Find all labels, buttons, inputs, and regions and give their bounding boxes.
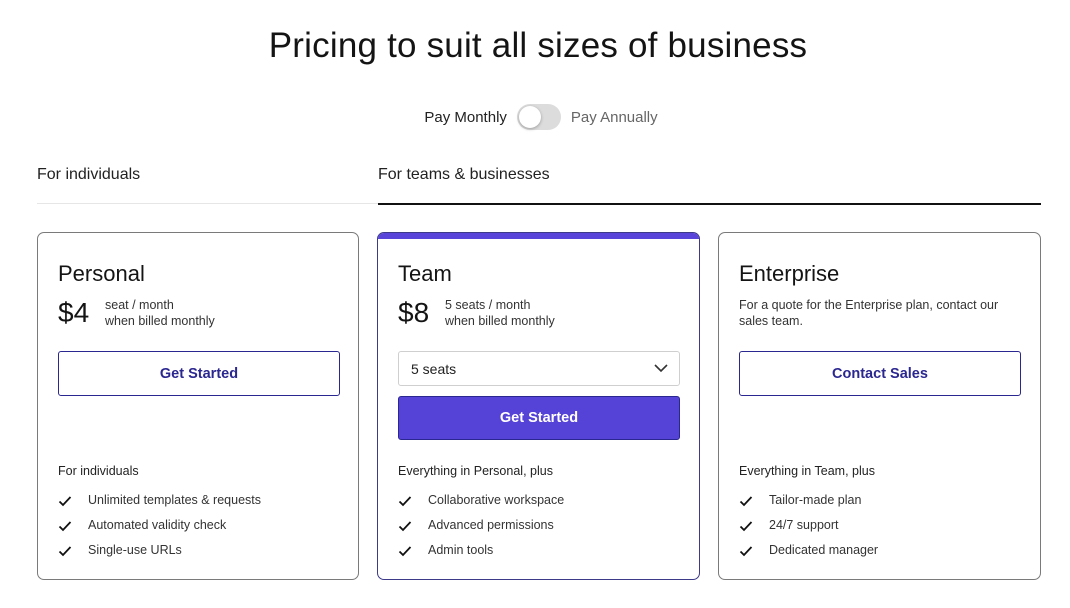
features-heading: Everything in Personal, plus bbox=[398, 464, 553, 478]
feature-text: Admin tools bbox=[428, 543, 494, 557]
features-heading: Everything in Team, plus bbox=[739, 464, 875, 478]
team-get-started-button[interactable]: Get Started bbox=[398, 396, 680, 440]
check-icon bbox=[398, 546, 412, 557]
feature-list: Unlimited templates & requests Automated… bbox=[58, 493, 261, 568]
price-note: seat / month when billed monthly bbox=[105, 297, 215, 329]
check-icon bbox=[739, 546, 753, 557]
feature-item: Admin tools bbox=[398, 543, 564, 568]
tab-for-individuals[interactable]: For individuals bbox=[37, 166, 378, 204]
feature-item: Single-use URLs bbox=[58, 543, 261, 568]
pay-monthly-label[interactable]: Pay Monthly bbox=[424, 109, 507, 126]
price-unit: seat / month bbox=[105, 298, 174, 312]
feature-text: 24/7 support bbox=[769, 518, 839, 532]
tab-for-teams-businesses[interactable]: For teams & businesses bbox=[378, 166, 1041, 205]
billing-period-switch[interactable] bbox=[516, 104, 561, 130]
feature-text: Collaborative workspace bbox=[428, 493, 565, 507]
feature-text: Advanced permissions bbox=[428, 518, 554, 532]
feature-item: Automated validity check bbox=[58, 518, 261, 543]
pay-annually-label[interactable]: Pay Annually bbox=[571, 109, 658, 126]
plan-name: Enterprise bbox=[739, 261, 840, 286]
feature-item: Dedicated manager bbox=[739, 543, 878, 568]
contact-sales-button[interactable]: Contact Sales bbox=[739, 351, 1021, 396]
feature-list: Collaborative workspace Advanced permiss… bbox=[398, 493, 564, 568]
feature-text: Unlimited templates & requests bbox=[88, 493, 261, 507]
feature-item: Unlimited templates & requests bbox=[58, 493, 261, 518]
seat-count-value: 5 seats bbox=[411, 360, 457, 377]
feature-item: 24/7 support bbox=[739, 518, 878, 543]
feature-item: Tailor-made plan bbox=[739, 493, 878, 518]
features-heading: For individuals bbox=[58, 464, 139, 478]
plan-name: Personal bbox=[58, 261, 145, 286]
check-icon bbox=[398, 496, 412, 507]
audience-tabs: For individuals For teams & businesses bbox=[37, 166, 1041, 206]
seat-count-select[interactable]: 5 seats bbox=[398, 351, 680, 386]
feature-text: Automated validity check bbox=[88, 518, 227, 532]
feature-item: Advanced permissions bbox=[398, 518, 564, 543]
personal-get-started-button[interactable]: Get Started bbox=[58, 351, 340, 396]
plan-card-personal: Personal $4 seat / month when billed mon… bbox=[37, 232, 359, 580]
check-icon bbox=[58, 546, 72, 557]
plan-price: $8 bbox=[398, 297, 430, 328]
plan-card-team: Team $8 5 seats / month when billed mont… bbox=[377, 232, 700, 580]
plan-card-enterprise: Enterprise For a quote for the Enterpris… bbox=[718, 232, 1041, 580]
feature-item: Collaborative workspace bbox=[398, 493, 564, 518]
feature-text: Tailor-made plan bbox=[769, 493, 862, 507]
highlight-bar bbox=[378, 233, 699, 239]
check-icon bbox=[58, 521, 72, 532]
plan-name: Team bbox=[398, 261, 452, 286]
feature-text: Single-use URLs bbox=[88, 543, 182, 557]
switch-knob bbox=[518, 106, 541, 128]
check-icon bbox=[58, 496, 72, 507]
plan-price: $4 bbox=[58, 297, 90, 328]
price-note: 5 seats / month when billed monthly bbox=[445, 297, 555, 329]
feature-list: Tailor-made plan 24/7 support Dedicated … bbox=[739, 493, 878, 568]
check-icon bbox=[398, 521, 412, 532]
check-icon bbox=[739, 496, 753, 507]
page-title: Pricing to suit all sizes of business bbox=[268, 26, 808, 65]
chevron-down-icon bbox=[654, 364, 668, 373]
billing-toggle: Pay Monthly Pay Annually bbox=[0, 104, 1070, 130]
feature-text: Dedicated manager bbox=[769, 543, 879, 557]
billing-note: when billed monthly bbox=[445, 314, 555, 328]
billing-note: when billed monthly bbox=[105, 314, 215, 328]
check-icon bbox=[739, 521, 753, 532]
price-unit: 5 seats / month bbox=[445, 298, 531, 312]
plan-description: For a quote for the Enterprise plan, con… bbox=[739, 298, 999, 328]
